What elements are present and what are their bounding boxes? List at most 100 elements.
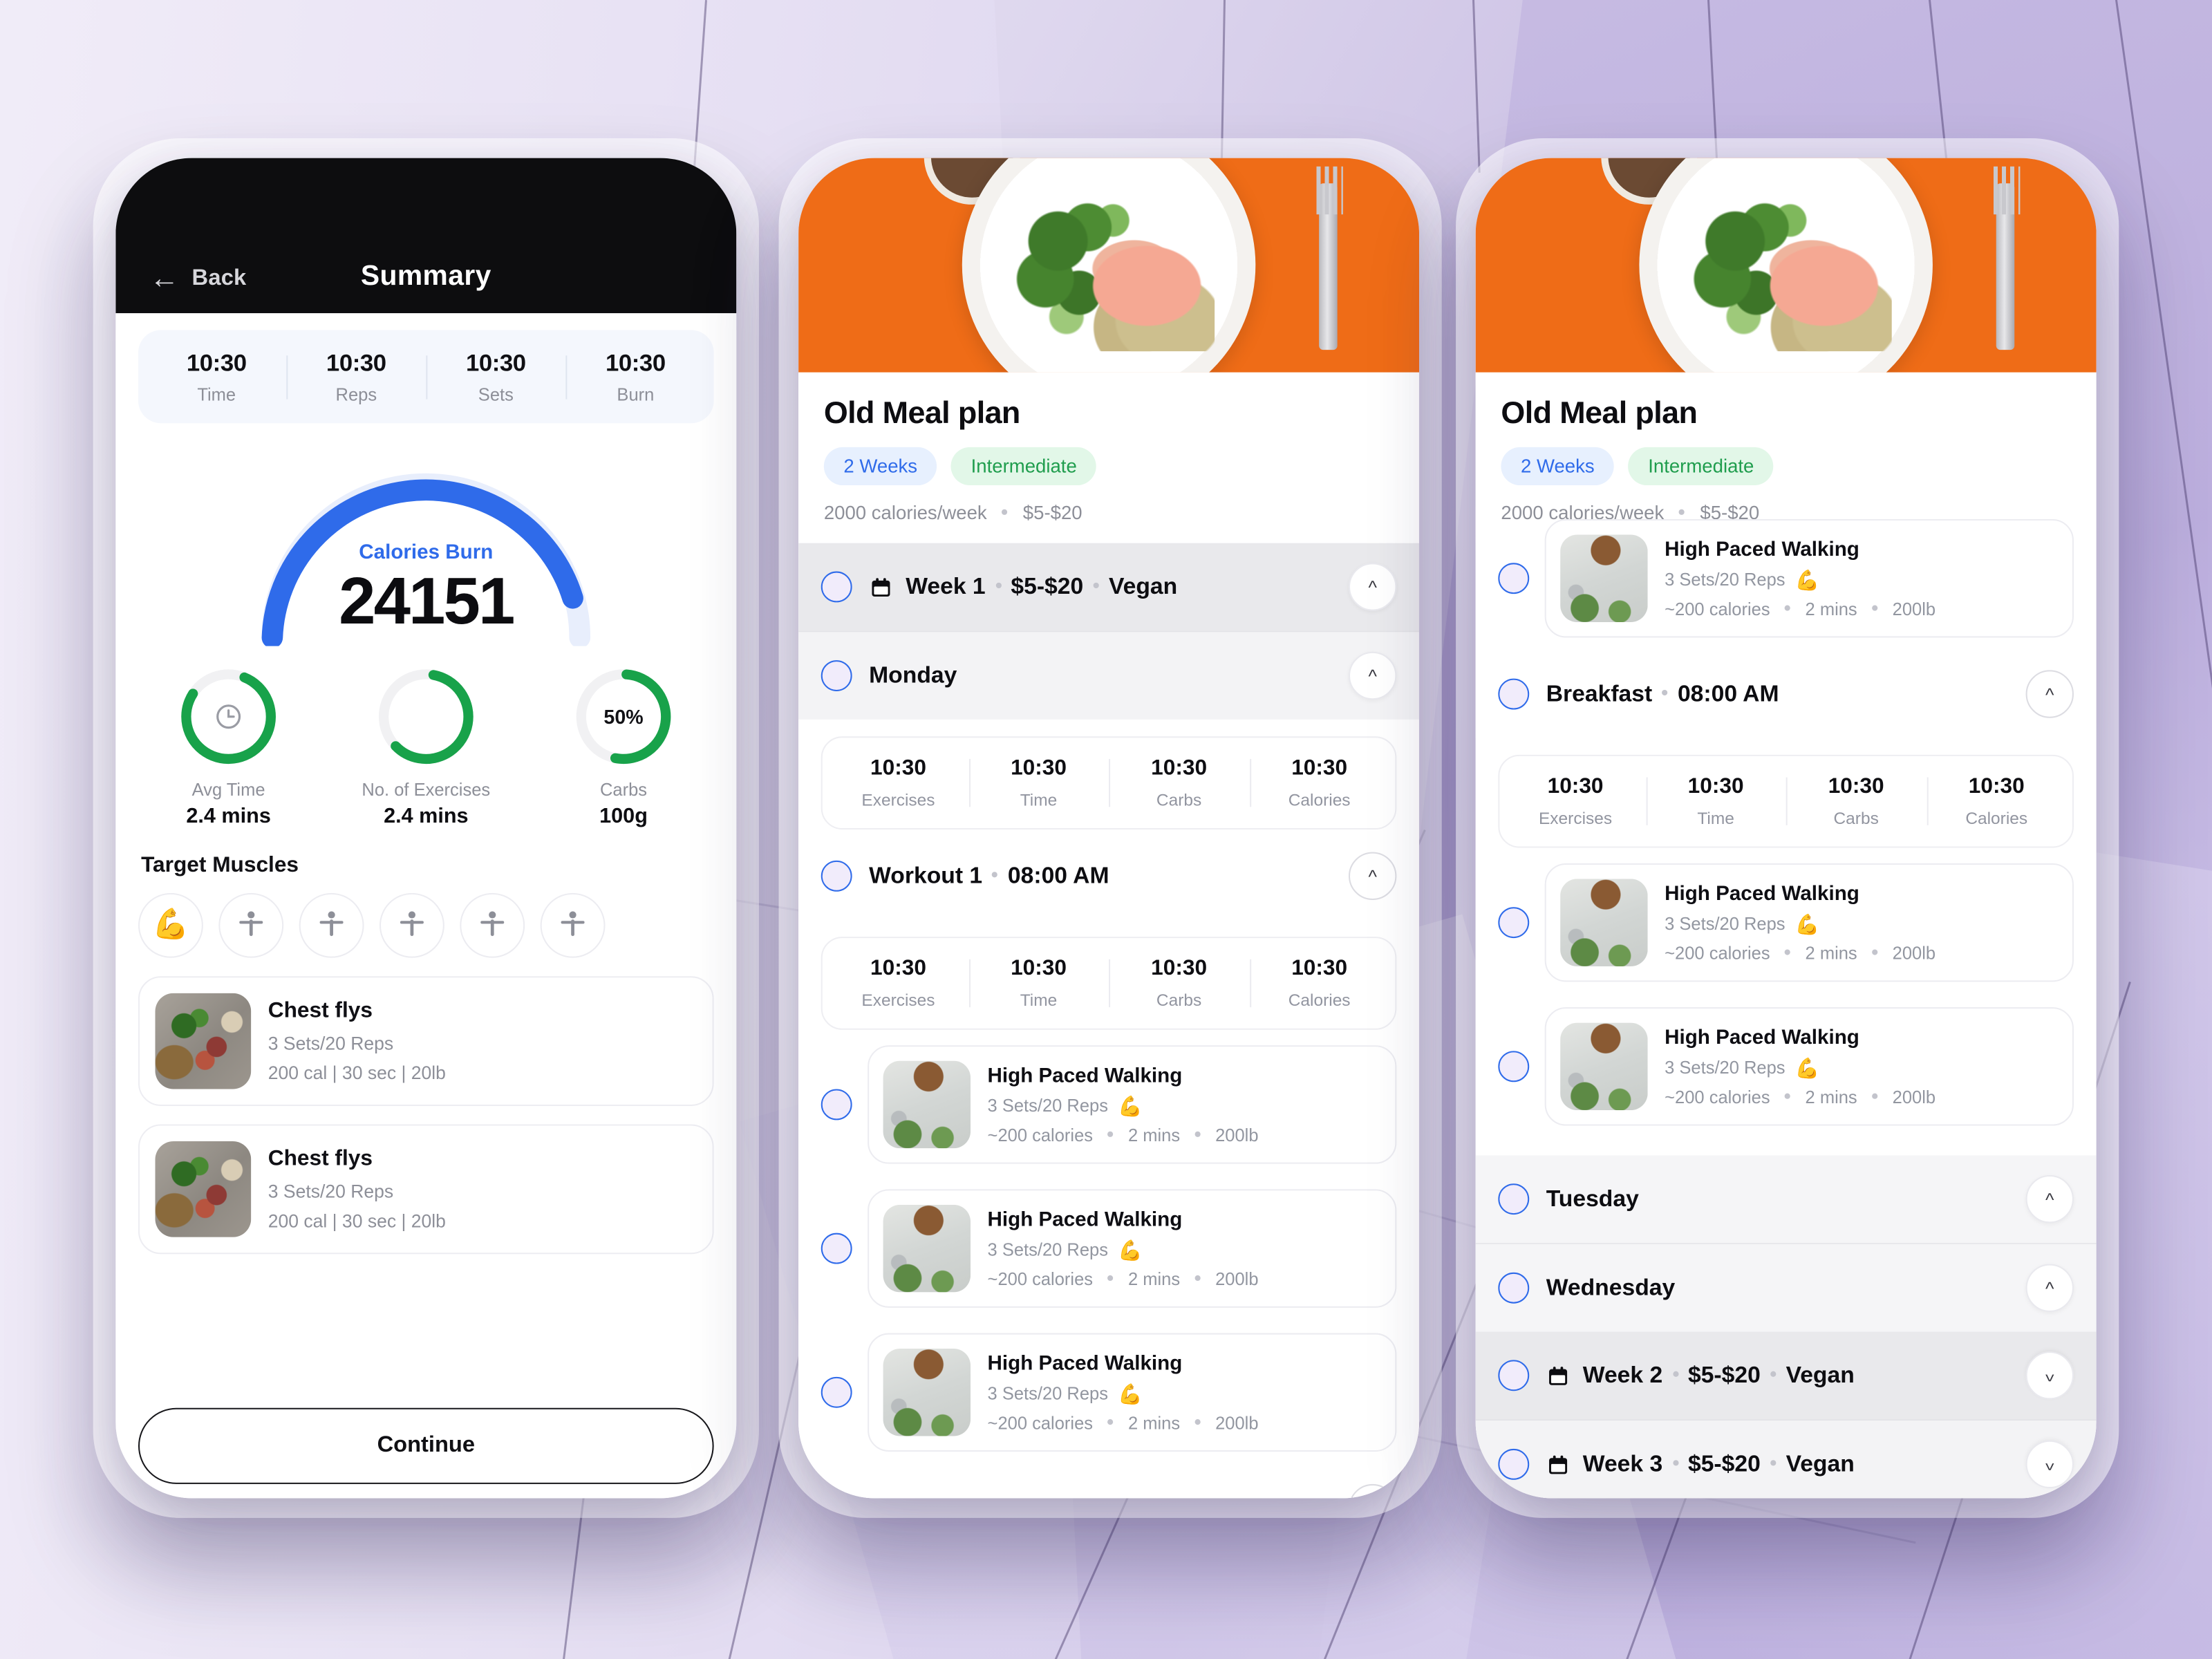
stat-label: Reps (335, 385, 377, 405)
chip-duration[interactable]: 2 Weeks (823, 447, 937, 486)
continue-button-wrap: Continue (138, 1407, 714, 1484)
stat-cell: 10:30 Time (968, 756, 1109, 810)
meal-row-partial[interactable]: Breakfast 08:00 AM ^ (798, 1464, 1420, 1499)
food-photo-element (1680, 179, 1892, 352)
chevron-up-icon[interactable]: ^ (1349, 1483, 1397, 1499)
item-radio[interactable] (1498, 907, 1530, 939)
item-name: High Paced Walking (1665, 882, 1859, 906)
week-row-radio[interactable] (1498, 1360, 1530, 1391)
item-sets-row: 3 Sets/20 Reps 💪 (988, 1094, 1259, 1118)
stat-value: 10:30 (1547, 774, 1604, 799)
exercise-item-card[interactable]: High Paced Walking 3 Sets/20 Reps 💪 ~200… (1544, 863, 2074, 982)
chevron-up-icon[interactable]: ^ (1349, 651, 1397, 700)
exercise-item-card[interactable]: High Paced Walking 3 Sets/20 Reps 💪 ~200… (1544, 1007, 2074, 1126)
muscle-chip-body[interactable] (379, 892, 444, 958)
meal-row-radio[interactable] (1498, 678, 1530, 710)
exercise-item-row[interactable]: High Paced Walking 3 Sets/20 Reps 💪 ~200… (798, 1032, 1420, 1177)
exercise-item-row[interactable]: High Paced Walking 3 Sets/20 Reps 💪 ~200… (798, 1320, 1420, 1465)
stat-cell: 10:30 Burn (565, 350, 705, 405)
item-info: High Paced Walking 3 Sets/20 Reps 💪 ~200… (1665, 1027, 1936, 1107)
exercise-item-row[interactable]: High Paced Walking 3 Sets/20 Reps 💪 ~200… (798, 1177, 1420, 1321)
body-figure-icon (400, 911, 424, 937)
chevron-down-icon[interactable]: ^ (2025, 1351, 2074, 1400)
stat-cell: 10:30 Sets (426, 350, 565, 405)
chevron-down-icon[interactable]: ^ (2025, 1440, 2074, 1489)
hero-image-meal-photo (798, 158, 1420, 373)
chip-duration[interactable]: 2 Weeks (1501, 447, 1615, 486)
chevron-up-icon[interactable]: ^ (1349, 563, 1397, 611)
stat-label: Time (1020, 789, 1058, 810)
stat-value: 10:30 (1968, 774, 2025, 799)
item-weight: 200lb (1892, 1087, 1936, 1107)
meal-plan-scroll-area[interactable]: Old Meal plan 2 Weeks Intermediate 2000 … (798, 372, 1420, 1499)
day-row-wednesday[interactable]: Wednesday ^ (1475, 1242, 2097, 1332)
workout-name: Workout 1 (869, 862, 983, 888)
week-row-radio[interactable] (1498, 1448, 1530, 1480)
chip-difficulty[interactable]: Intermediate (1628, 447, 1774, 486)
chevron-up-icon[interactable]: ^ (2025, 670, 2074, 718)
exercise-item-row[interactable]: High Paced Walking 3 Sets/20 Reps 💪 ~200… (1475, 994, 2097, 1138)
week-row-radio[interactable] (821, 571, 852, 603)
ring-center (375, 666, 477, 767)
ring-value: 2.4 mins (186, 804, 271, 828)
day-row-tuesday[interactable]: Tuesday ^ (1475, 1155, 2097, 1243)
item-radio[interactable] (1498, 1051, 1530, 1082)
chevron-up-icon[interactable]: ^ (1349, 852, 1397, 901)
muscle-chip-body[interactable] (460, 892, 525, 958)
exercise-item-card[interactable]: High Paced Walking 3 Sets/20 Reps 💪 ~200… (868, 1189, 1397, 1308)
continue-button[interactable]: Continue (138, 1407, 714, 1484)
exercise-item-card[interactable]: High Paced Walking 3 Sets/20 Reps 💪 ~200… (868, 1045, 1397, 1164)
item-radio[interactable] (1498, 563, 1530, 594)
phone-meal-plan-screen: Old Meal plan 2 Weeks Intermediate 2000 … (798, 158, 1420, 1499)
workout-row[interactable]: Workout 1 08:00 AM ^ (798, 832, 1420, 920)
fork-photo-element (1990, 166, 2021, 350)
day-row-monday[interactable]: Monday ^ (798, 630, 1420, 720)
week-row[interactable]: Week 1 $5-$20 Vegan ^ (798, 543, 1420, 631)
exercise-item-card[interactable]: High Paced Walking 3 Sets/20 Reps 💪 ~200… (1544, 519, 2074, 638)
item-sets: 3 Sets/20 Reps (1665, 914, 1785, 935)
meal-row-radio[interactable] (821, 1492, 852, 1499)
exercise-item-row-partial[interactable]: High Paced Walking 3 Sets/20 Reps 💪 ~200… (1475, 506, 2097, 650)
stat-label: Time (197, 385, 236, 405)
meal-plan-chips: 2 Weeks Intermediate (1501, 447, 2070, 486)
meal-row-breakfast[interactable]: Breakfast 08:00 AM ^ (1475, 650, 2097, 738)
week-row-label: Week 1 $5-$20 Vegan (869, 574, 1177, 601)
week-row-2[interactable]: Week 2 $5-$20 Vegan ^ (1475, 1331, 2097, 1420)
metric-avg-time: Avg Time 2.4 mins (158, 666, 299, 828)
separator-dot (995, 582, 1002, 589)
day-row-radio[interactable] (1498, 1183, 1530, 1215)
exercise-item-card[interactable]: High Paced Walking 3 Sets/20 Reps 💪 ~200… (868, 1333, 1397, 1452)
stat-value: 10:30 (326, 350, 386, 377)
ring-label: Carbs (600, 780, 648, 800)
workout-row-radio[interactable] (821, 860, 852, 892)
stat-value: 10:30 (465, 350, 526, 377)
separator-dot (1107, 1419, 1114, 1425)
chip-difficulty[interactable]: Intermediate (951, 447, 1097, 486)
exercise-card[interactable]: Chest flys 3 Sets/20 Reps 200 cal | 30 s… (138, 976, 714, 1106)
week-row-3[interactable]: Week 3 $5-$20 Vegan ^ (1475, 1419, 2097, 1499)
stat-label: Time (1697, 808, 1734, 828)
item-radio[interactable] (821, 1089, 852, 1121)
meal-row-label: Breakfast 08:00 AM (869, 1494, 1102, 1498)
muscle-chip-body[interactable] (299, 892, 364, 958)
muscle-chip-body[interactable] (218, 892, 284, 958)
exercise-item-row[interactable]: High Paced Walking 3 Sets/20 Reps 💪 ~200… (1475, 850, 2097, 995)
item-radio[interactable] (821, 1232, 852, 1264)
meal-time: 08:00 AM (1677, 680, 1779, 706)
stat-label: Sets (478, 385, 514, 405)
chevron-up-icon[interactable]: ^ (2025, 1264, 2074, 1312)
muscle-chip-body[interactable] (540, 892, 606, 958)
week-diet: Vegan (1785, 1362, 1855, 1388)
meal-plan-scroll-area[interactable]: Old Meal plan 2 Weeks Intermediate 2000 … (1475, 372, 2097, 1499)
bicep-flex-icon: 💪 (1118, 1381, 1143, 1405)
day-row-radio[interactable] (1498, 1272, 1530, 1304)
exercise-card[interactable]: Chest flys 3 Sets/20 Reps 200 cal | 30 s… (138, 1124, 714, 1255)
meal-plan-header: Old Meal plan 2 Weeks Intermediate 2000 … (798, 372, 1420, 543)
stat-value: 10:30 (1151, 756, 1208, 780)
item-weight: 200lb (1215, 1268, 1259, 1289)
item-radio[interactable] (821, 1376, 852, 1408)
muscle-chip-bicep[interactable]: 💪 (138, 892, 203, 958)
chevron-up-icon[interactable]: ^ (2025, 1174, 2074, 1224)
day-row-radio[interactable] (821, 660, 852, 691)
stat-cell: 10:30 Carbs (1109, 756, 1249, 809)
